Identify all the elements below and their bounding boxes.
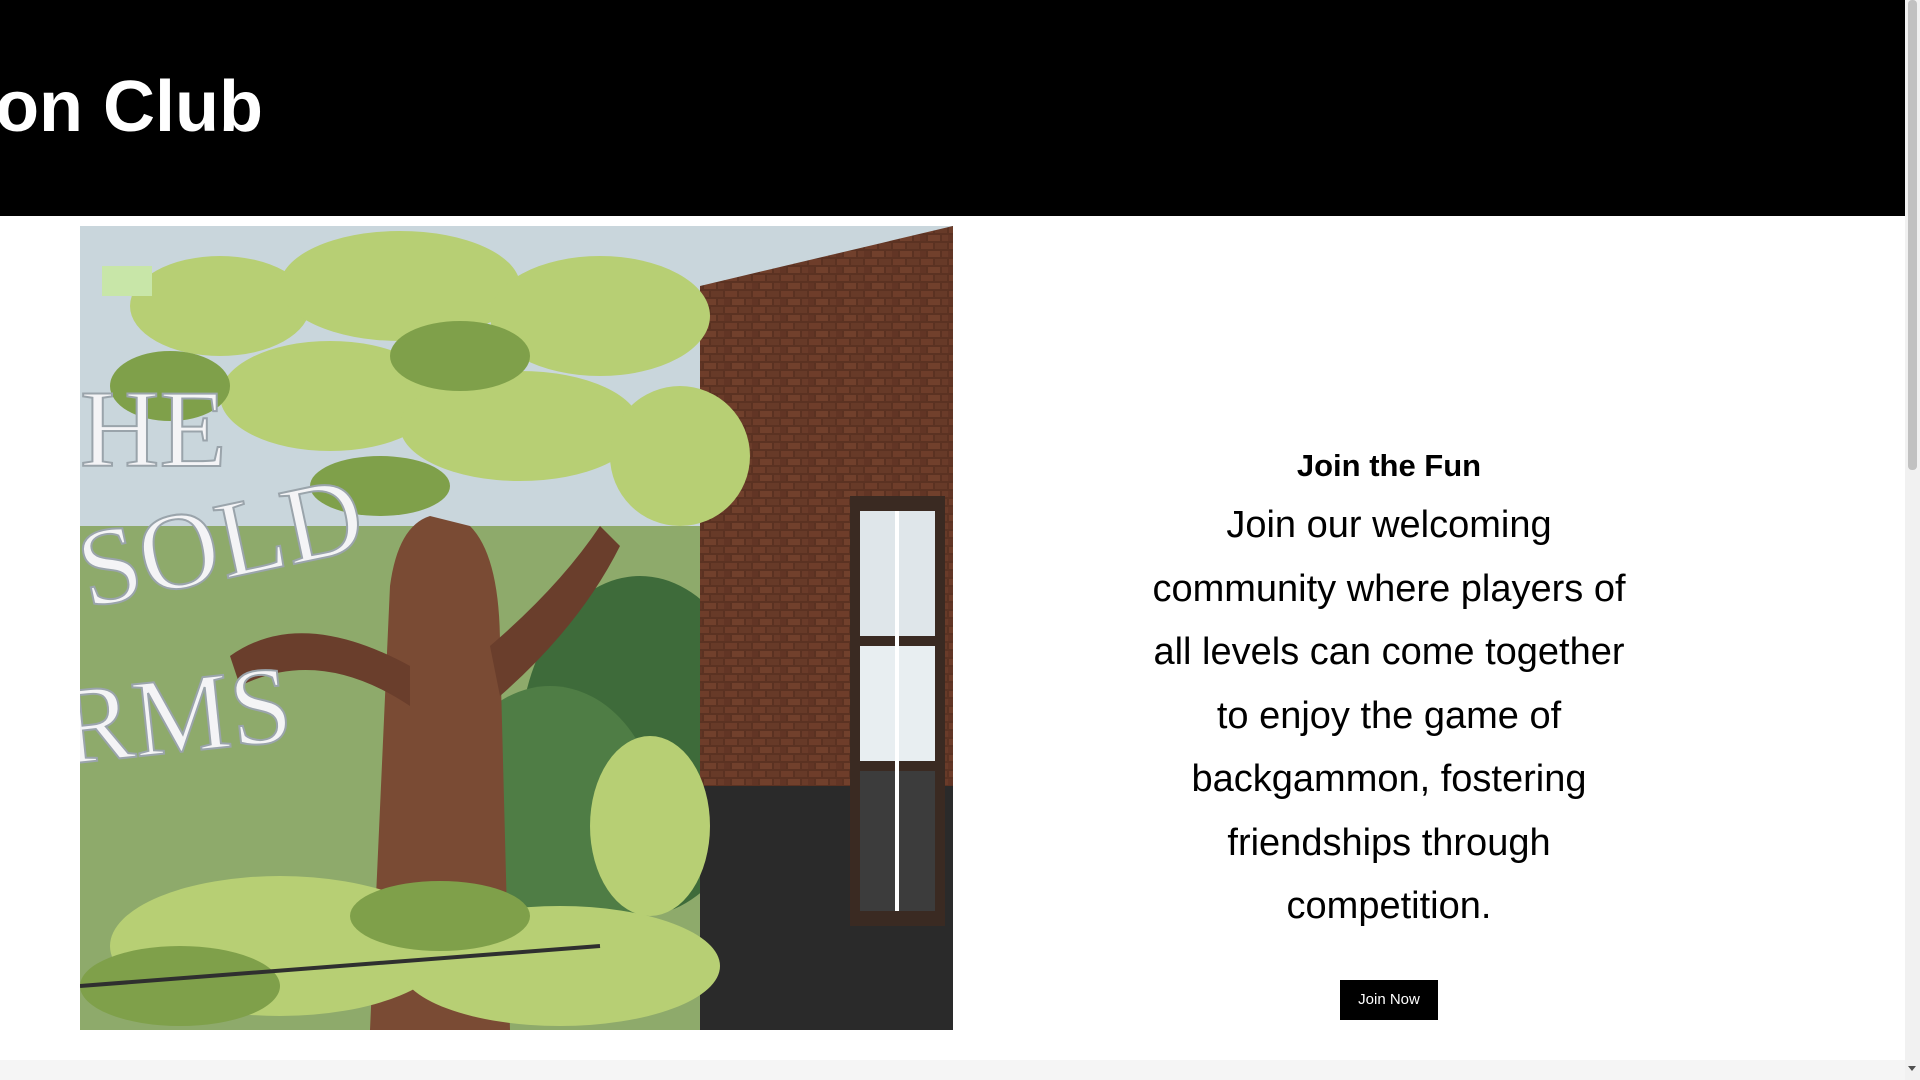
section-body: Join our welcoming community where playe… xyxy=(1152,504,1626,927)
join-section: Join the Fun Join our welcoming communit… xyxy=(1140,438,1638,939)
section-heading: Join the Fun xyxy=(1296,448,1482,483)
mural-photo-icon: HE SOLD RMS xyxy=(80,226,953,1030)
site-title[interactable]: Backgammon Club xyxy=(0,62,263,152)
join-now-button[interactable]: Join Now xyxy=(1340,980,1438,1020)
svg-text:RMS: RMS xyxy=(80,642,297,788)
scrollbar-thumb[interactable] xyxy=(1908,0,1917,470)
footer-strip xyxy=(0,1060,1905,1080)
site-header: Backgammon Club xyxy=(0,0,1905,216)
page: Backgammon Club xyxy=(0,0,1920,1080)
site-title-text: Backgammon Club xyxy=(0,67,263,147)
scroll-down-arrow-icon[interactable] xyxy=(1908,1066,1916,1071)
svg-text:HE: HE xyxy=(80,368,227,490)
hero-image: HE SOLD RMS xyxy=(80,226,953,1030)
page-scrollbar[interactable] xyxy=(1905,0,1920,1080)
